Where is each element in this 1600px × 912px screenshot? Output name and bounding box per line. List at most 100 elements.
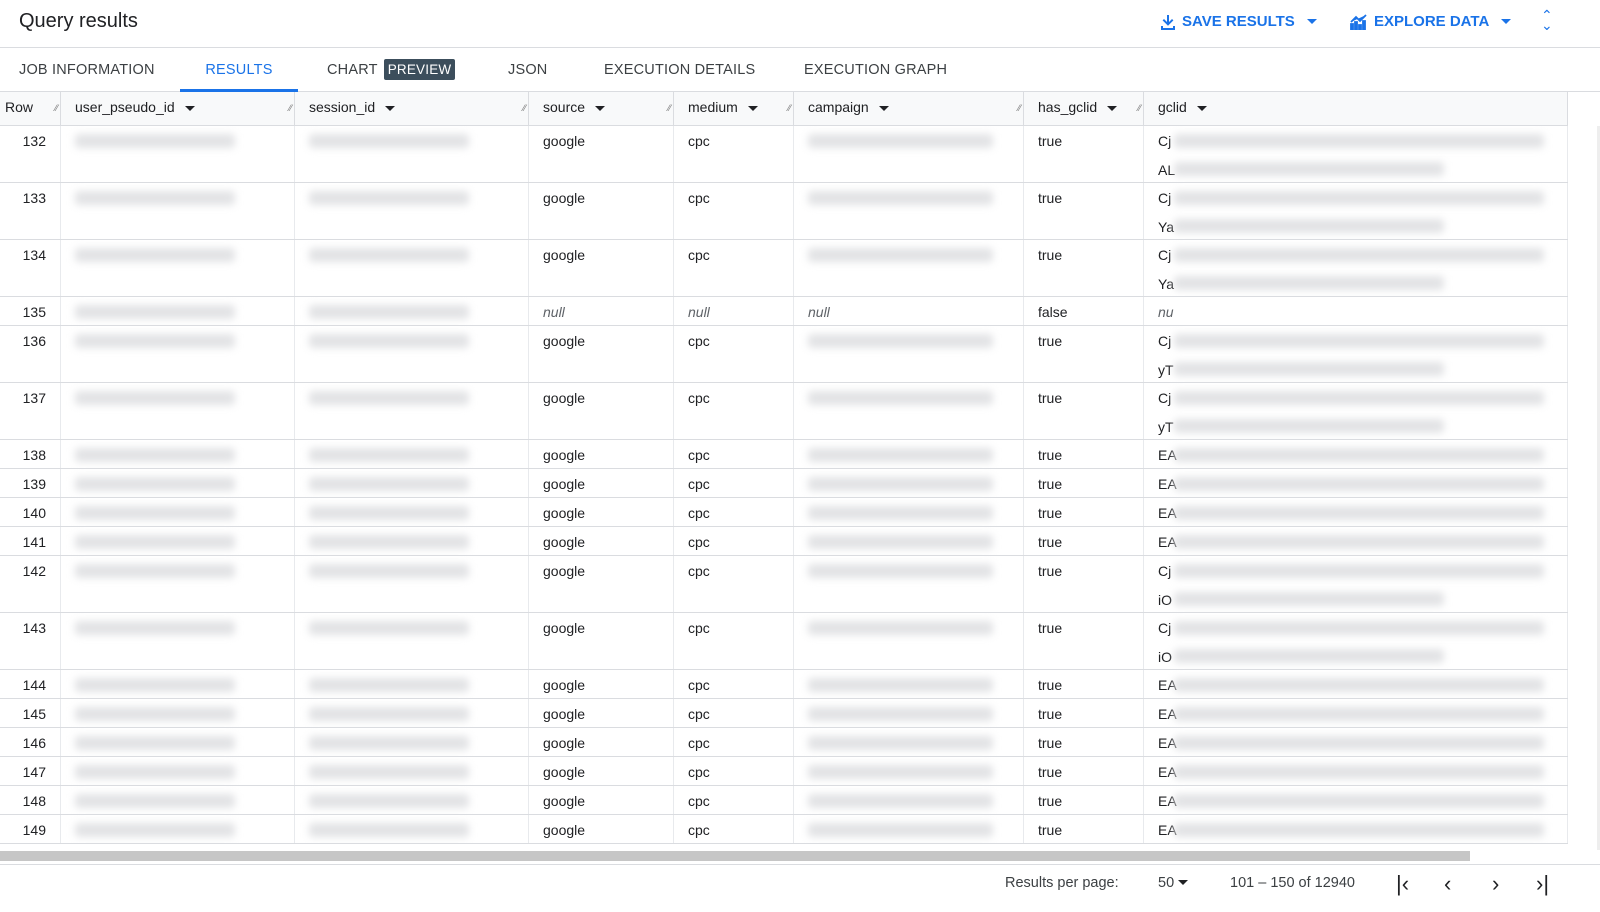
cell-row[interactable]: 149 xyxy=(0,815,61,843)
cell-session-id[interactable] xyxy=(295,527,529,555)
cell-gclid[interactable]: EA xyxy=(1144,469,1568,497)
cell-gclid[interactable]: EA xyxy=(1144,786,1568,814)
sort-menu-icon[interactable] xyxy=(747,105,758,111)
cell-medium[interactable]: cpc xyxy=(674,613,794,669)
cell-source[interactable]: google xyxy=(529,183,674,239)
cell-source[interactable]: google xyxy=(529,786,674,814)
cell-session-id[interactable] xyxy=(295,728,529,756)
save-results-button[interactable]: SAVE RESULTS xyxy=(1160,13,1317,30)
cell-row[interactable]: 140 xyxy=(0,498,61,526)
cell-row[interactable]: 139 xyxy=(0,469,61,497)
table-row[interactable]: 148 google cpc true EA xyxy=(0,786,1568,815)
cell-has-gclid[interactable]: true xyxy=(1024,699,1144,727)
cell-session-id[interactable] xyxy=(295,440,529,468)
cell-source[interactable]: null xyxy=(529,297,674,325)
cell-source[interactable]: google xyxy=(529,815,674,843)
sort-menu-icon[interactable] xyxy=(1107,105,1118,111)
cell-row[interactable]: 137 xyxy=(0,383,61,439)
next-page-icon[interactable]: › xyxy=(1492,871,1499,897)
cell-has-gclid[interactable]: true xyxy=(1024,383,1144,439)
column-header-has-gclid[interactable]: has_gclid ⁄⁄ xyxy=(1024,92,1144,126)
cell-user-pseudo-id[interactable] xyxy=(61,757,295,785)
cell-campaign[interactable] xyxy=(794,757,1024,785)
column-header-medium[interactable]: medium ⁄⁄ xyxy=(674,92,794,126)
horizontal-scrollbar[interactable] xyxy=(0,851,1470,861)
table-row[interactable]: 133 google cpc true Cj Ya xyxy=(0,183,1568,240)
cell-campaign[interactable] xyxy=(794,126,1024,182)
cell-gclid[interactable]: EA xyxy=(1144,757,1568,785)
cell-row[interactable]: 145 xyxy=(0,699,61,727)
cell-has-gclid[interactable]: true xyxy=(1024,786,1144,814)
column-header-source[interactable]: source ⁄⁄ xyxy=(529,92,674,126)
cell-source[interactable]: google xyxy=(529,126,674,182)
cell-user-pseudo-id[interactable] xyxy=(61,815,295,843)
cell-session-id[interactable] xyxy=(295,326,529,382)
cell-medium[interactable]: null xyxy=(674,297,794,325)
cell-gclid[interactable]: EA xyxy=(1144,498,1568,526)
cell-user-pseudo-id[interactable] xyxy=(61,440,295,468)
cell-user-pseudo-id[interactable] xyxy=(61,297,295,325)
first-page-icon[interactable]: |‹ xyxy=(1396,871,1409,897)
cell-source[interactable]: google xyxy=(529,613,674,669)
cell-has-gclid[interactable]: true xyxy=(1024,498,1144,526)
tab-execution-details[interactable]: EXECUTION DETAILS xyxy=(604,48,755,92)
table-row[interactable]: 136 google cpc true Cj yT xyxy=(0,326,1568,383)
table-row[interactable]: 144 google cpc true EA xyxy=(0,670,1568,699)
table-row[interactable]: 139 google cpc true EA xyxy=(0,469,1568,498)
cell-user-pseudo-id[interactable] xyxy=(61,699,295,727)
column-resize-handle[interactable]: ⁄⁄ xyxy=(668,93,671,123)
cell-user-pseudo-id[interactable] xyxy=(61,383,295,439)
cell-source[interactable]: google xyxy=(529,469,674,497)
table-row[interactable]: 132 google cpc true Cj AL xyxy=(0,126,1568,183)
cell-has-gclid[interactable]: true xyxy=(1024,326,1144,382)
cell-row[interactable]: 136 xyxy=(0,326,61,382)
cell-has-gclid[interactable]: true xyxy=(1024,240,1144,296)
cell-user-pseudo-id[interactable] xyxy=(61,469,295,497)
cell-gclid[interactable]: EA xyxy=(1144,440,1568,468)
cell-gclid[interactable]: Cj iO xyxy=(1144,613,1568,669)
cell-session-id[interactable] xyxy=(295,383,529,439)
cell-row[interactable]: 143 xyxy=(0,613,61,669)
column-resize-handle[interactable]: ⁄⁄ xyxy=(788,93,791,123)
table-row[interactable]: 142 google cpc true Cj iO xyxy=(0,556,1568,613)
table-row[interactable]: 141 google cpc true EA xyxy=(0,527,1568,556)
table-row[interactable]: 135 null null null false nu xyxy=(0,297,1568,326)
cell-user-pseudo-id[interactable] xyxy=(61,728,295,756)
cell-has-gclid[interactable]: true xyxy=(1024,183,1144,239)
cell-gclid[interactable]: Cj AL xyxy=(1144,126,1568,182)
per-page-select[interactable]: 50 xyxy=(1158,875,1189,891)
cell-session-id[interactable] xyxy=(295,240,529,296)
sort-menu-icon[interactable] xyxy=(595,105,606,111)
cell-campaign[interactable] xyxy=(794,815,1024,843)
cell-session-id[interactable] xyxy=(295,469,529,497)
cell-gclid[interactable]: Cj Ya xyxy=(1144,240,1568,296)
cell-campaign[interactable] xyxy=(794,440,1024,468)
cell-gclid[interactable]: EA xyxy=(1144,670,1568,698)
cell-medium[interactable]: cpc xyxy=(674,699,794,727)
cell-source[interactable]: google xyxy=(529,440,674,468)
cell-gclid[interactable]: EA xyxy=(1144,527,1568,555)
cell-has-gclid[interactable]: true xyxy=(1024,440,1144,468)
cell-medium[interactable]: cpc xyxy=(674,728,794,756)
cell-row[interactable]: 142 xyxy=(0,556,61,612)
tab-chart[interactable]: CHART PREVIEW xyxy=(327,48,456,92)
cell-gclid[interactable]: EA xyxy=(1144,815,1568,843)
cell-gclid[interactable]: EA xyxy=(1144,728,1568,756)
cell-has-gclid[interactable]: true xyxy=(1024,613,1144,669)
cell-medium[interactable]: cpc xyxy=(674,183,794,239)
cell-has-gclid[interactable]: true xyxy=(1024,815,1144,843)
cell-user-pseudo-id[interactable] xyxy=(61,786,295,814)
column-resize-handle[interactable]: ⁄⁄ xyxy=(55,93,58,123)
explore-data-button[interactable]: EXPLORE DATA xyxy=(1350,13,1512,30)
cell-medium[interactable]: cpc xyxy=(674,498,794,526)
cell-row[interactable]: 148 xyxy=(0,786,61,814)
cell-medium[interactable]: cpc xyxy=(674,326,794,382)
cell-gclid[interactable]: Cj yT xyxy=(1144,326,1568,382)
cell-row[interactable]: 144 xyxy=(0,670,61,698)
expand-collapse-icon[interactable]: ⌃ ⌄ xyxy=(1541,8,1553,32)
cell-source[interactable]: google xyxy=(529,728,674,756)
table-row[interactable]: 140 google cpc true EA xyxy=(0,498,1568,527)
column-header-gclid[interactable]: gclid xyxy=(1144,92,1568,126)
cell-campaign[interactable] xyxy=(794,786,1024,814)
cell-row[interactable]: 133 xyxy=(0,183,61,239)
